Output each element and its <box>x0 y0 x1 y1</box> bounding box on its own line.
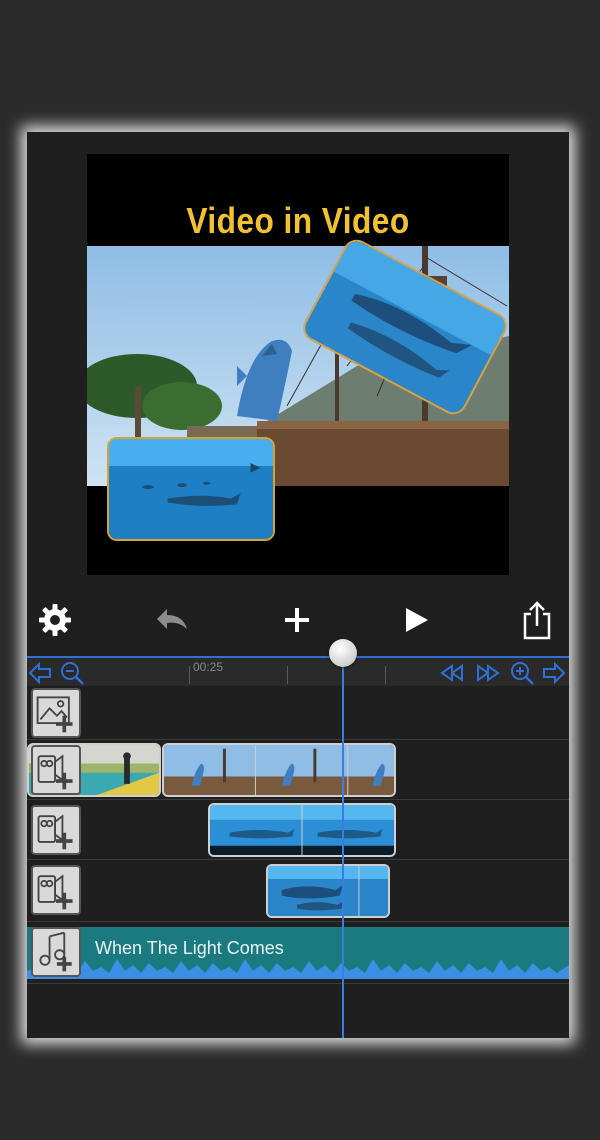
play-icon <box>406 608 428 632</box>
video-preview[interactable]: Video in Video <box>87 154 509 575</box>
pip-video-bottom[interactable] <box>107 437 275 541</box>
add-audio-button[interactable] <box>31 927 81 977</box>
timeline-ruler[interactable]: 00:25 <box>27 656 569 686</box>
play-button[interactable] <box>393 598 437 642</box>
share-button[interactable] <box>515 598 559 642</box>
settings-button[interactable] <box>33 598 77 642</box>
audio-track-title: When The Light Comes <box>95 938 284 958</box>
video-track[interactable] <box>27 860 569 922</box>
preview-title: Video in Video <box>186 200 410 241</box>
arrow-right-icon[interactable] <box>541 660 567 686</box>
video-track[interactable] <box>27 800 569 860</box>
add-video-button[interactable] <box>31 865 81 915</box>
video-add-icon <box>37 874 73 910</box>
share-icon <box>523 601 551 640</box>
fast-forward-icon[interactable] <box>475 660 501 686</box>
image-track[interactable] <box>27 686 569 740</box>
editor-screen: Video in Video 00:25 When The Light Come… <box>27 132 569 1038</box>
zoom-out-icon[interactable] <box>59 660 85 686</box>
rewind-icon[interactable] <box>439 660 465 686</box>
add-video-button[interactable] <box>31 805 81 855</box>
plus-icon <box>285 608 309 632</box>
undo-arrow-icon <box>157 609 187 629</box>
gear-icon <box>39 604 71 636</box>
add-image-button[interactable] <box>31 688 81 738</box>
music-add-icon <box>39 931 72 972</box>
add-video-button[interactable] <box>31 745 81 795</box>
editor-toolbar <box>27 598 569 642</box>
image-add-icon <box>36 696 73 733</box>
undo-button[interactable] <box>149 598 193 642</box>
video-track[interactable] <box>27 740 569 800</box>
add-media-button[interactable] <box>275 598 319 642</box>
video-add-icon <box>37 814 73 850</box>
audio-clip[interactable]: When The Light Comes <box>27 927 569 979</box>
video-clip[interactable] <box>162 743 396 797</box>
video-clip[interactable] <box>266 864 390 918</box>
arrow-left-icon[interactable] <box>27 660 53 686</box>
video-clip[interactable] <box>208 803 396 857</box>
playhead-handle[interactable] <box>329 639 357 667</box>
timecode-label: 00:25 <box>193 660 224 674</box>
zoom-in-icon[interactable] <box>509 660 535 686</box>
playhead-line <box>342 642 344 1038</box>
video-add-icon <box>37 754 73 790</box>
